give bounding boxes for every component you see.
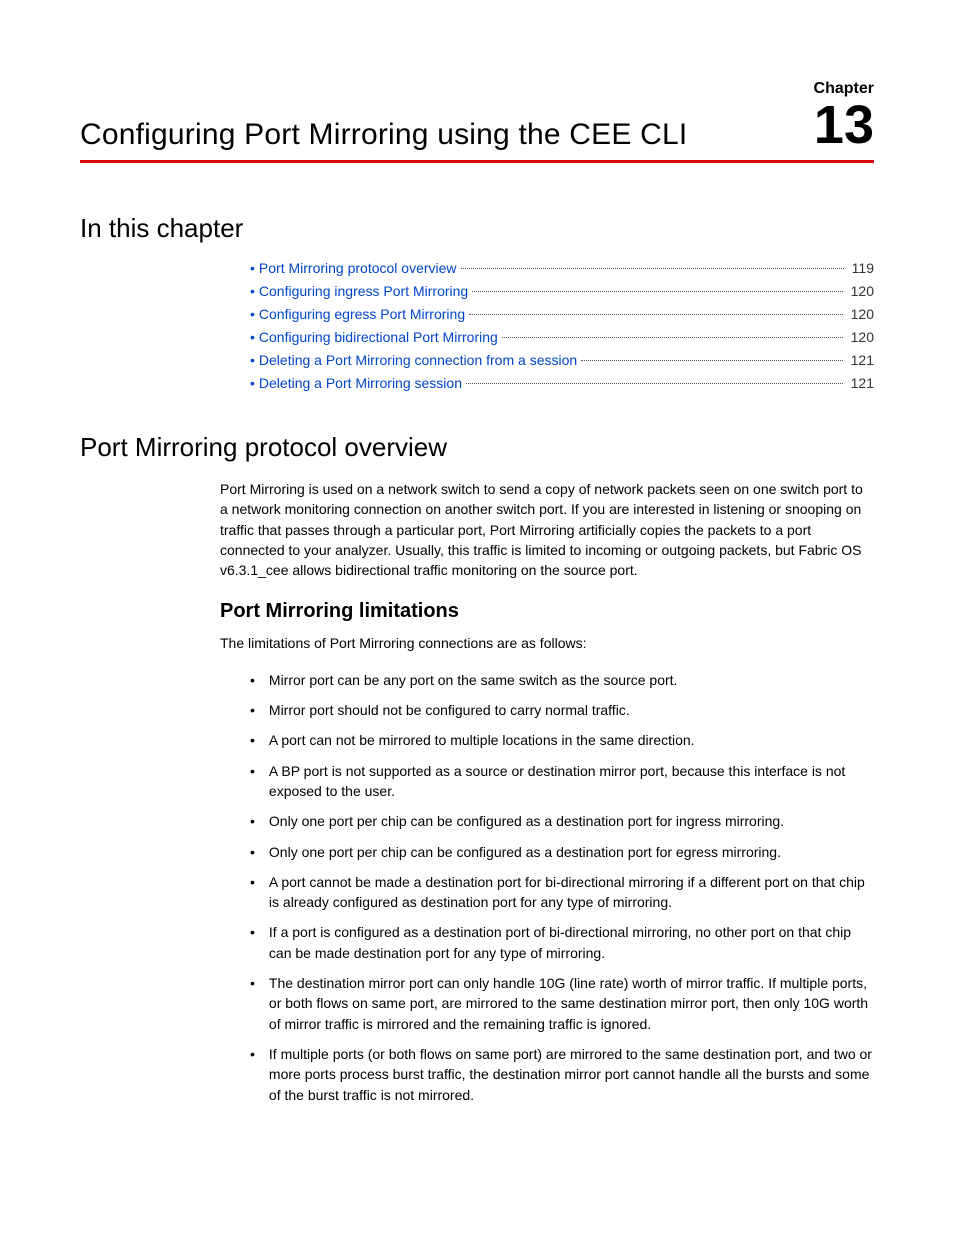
toc-page-number: 120 bbox=[851, 283, 874, 299]
limitations-list: • Mirror port can be any port on the same… bbox=[250, 670, 874, 1105]
limitations-heading: Port Mirroring limitations bbox=[220, 600, 874, 623]
bullet-icon: • bbox=[250, 283, 255, 299]
bullet-icon: • bbox=[250, 761, 255, 802]
toc-leader-dots bbox=[469, 314, 843, 315]
toc-link[interactable]: Port Mirroring protocol overview bbox=[259, 260, 457, 276]
limitations-intro: The limitations of Port Mirroring connec… bbox=[220, 633, 874, 653]
list-item: •If multiple ports (or both flows on sam… bbox=[250, 1044, 874, 1105]
bullet-icon: • bbox=[250, 352, 255, 368]
toc-page-number: 121 bbox=[851, 352, 874, 368]
toc-leader-dots bbox=[461, 268, 844, 269]
toc-item: • Deleting a Port Mirroring session 121 bbox=[250, 375, 874, 392]
toc-item: • Deleting a Port Mirroring connection f… bbox=[250, 352, 874, 369]
list-item: • Mirror port should not be configured to… bbox=[250, 700, 874, 720]
bullet-icon: • bbox=[250, 730, 255, 750]
bullet-icon: • bbox=[250, 1044, 255, 1105]
list-item-text: Mirror port can be any port on the same … bbox=[269, 670, 678, 690]
list-item-text: Mirror port should not be configured to … bbox=[269, 700, 630, 720]
overview-paragraph: Port Mirroring is used on a network swit… bbox=[220, 479, 874, 580]
list-item: • Mirror port can be any port on the same… bbox=[250, 670, 874, 690]
list-item: • Only one port per chip can be configure… bbox=[250, 842, 874, 862]
list-item: • Only one port per chip can be configure… bbox=[250, 811, 874, 831]
table-of-contents: • Port Mirroring protocol overview 119 •… bbox=[250, 260, 874, 392]
toc-link[interactable]: Deleting a Port Mirroring connection fro… bbox=[259, 352, 577, 368]
bullet-icon: • bbox=[250, 973, 255, 1034]
toc-link[interactable]: Configuring ingress Port Mirroring bbox=[259, 283, 468, 299]
protocol-overview-heading: Port Mirroring protocol overview bbox=[80, 432, 874, 463]
toc-leader-dots bbox=[502, 337, 843, 338]
toc-item: • Configuring bidirectional Port Mirrori… bbox=[250, 329, 874, 346]
chapter-title: Configuring Port Mirroring using the CEE… bbox=[80, 118, 687, 152]
list-item: • A port cannot be made a destination por… bbox=[250, 872, 874, 913]
list-item-text: If a port is configured as a destination… bbox=[269, 922, 874, 963]
in-this-chapter-heading: In this chapter bbox=[80, 213, 874, 244]
bullet-icon: • bbox=[250, 329, 255, 345]
list-item: • A port can not be mirrored to multiple … bbox=[250, 730, 874, 750]
toc-page-number: 121 bbox=[851, 375, 874, 391]
toc-page-number: 120 bbox=[851, 306, 874, 322]
list-item-text: A port can not be mirrored to multiple l… bbox=[269, 730, 695, 750]
toc-leader-dots bbox=[466, 383, 843, 384]
toc-item: • Configuring egress Port Mirroring 120 bbox=[250, 306, 874, 323]
toc-leader-dots bbox=[581, 360, 842, 361]
list-item-text: Only one port per chip can be configured… bbox=[269, 811, 784, 831]
toc-page-number: 120 bbox=[851, 329, 874, 345]
list-item: •The destination mirror port can only ha… bbox=[250, 973, 874, 1034]
toc-leader-dots bbox=[472, 291, 842, 292]
list-item: • A BP port is not supported as a source … bbox=[250, 761, 874, 802]
list-item: • If a port is configured as a destinatio… bbox=[250, 922, 874, 963]
toc-link[interactable]: Configuring egress Port Mirroring bbox=[259, 306, 465, 322]
bullet-icon: • bbox=[250, 670, 255, 690]
list-item-text: The destination mirror port can only han… bbox=[269, 973, 874, 1034]
bullet-icon: • bbox=[250, 922, 255, 963]
toc-link[interactable]: Configuring bidirectional Port Mirroring bbox=[259, 329, 498, 345]
chapter-header: Configuring Port Mirroring using the CEE… bbox=[80, 80, 874, 163]
toc-link[interactable]: Deleting a Port Mirroring session bbox=[259, 375, 462, 391]
bullet-icon: • bbox=[250, 260, 255, 276]
bullet-icon: • bbox=[250, 811, 255, 831]
bullet-icon: • bbox=[250, 872, 255, 913]
bullet-icon: • bbox=[250, 375, 255, 391]
list-item-text: Only one port per chip can be configured… bbox=[269, 842, 781, 862]
bullet-icon: • bbox=[250, 842, 255, 862]
list-item-text: If multiple ports (or both flows on same… bbox=[269, 1044, 874, 1105]
bullet-icon: • bbox=[250, 700, 255, 720]
list-item-text: A port cannot be made a destination port… bbox=[269, 872, 874, 913]
chapter-number: 13 bbox=[814, 95, 874, 155]
chapter-side: Chapter 13 bbox=[814, 80, 874, 152]
bullet-icon: • bbox=[250, 306, 255, 322]
toc-item: • Port Mirroring protocol overview 119 bbox=[250, 260, 874, 277]
toc-item: • Configuring ingress Port Mirroring 120 bbox=[250, 283, 874, 300]
toc-page-number: 119 bbox=[852, 260, 874, 276]
list-item-text: A BP port is not supported as a source o… bbox=[269, 761, 874, 802]
